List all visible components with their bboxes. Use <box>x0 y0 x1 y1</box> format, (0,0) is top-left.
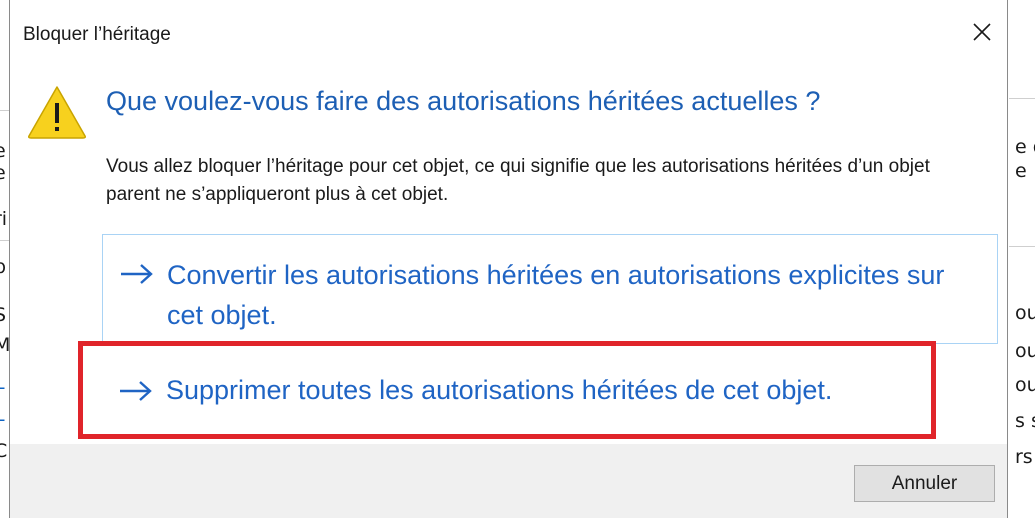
close-icon <box>973 23 991 41</box>
background-text: C <box>0 440 8 462</box>
background-text: s s <box>1015 410 1035 432</box>
dialog-title: Bloquer l’héritage <box>23 24 171 45</box>
cancel-button[interactable]: Annuler <box>854 465 995 502</box>
background-text: e <box>0 162 6 184</box>
background-text: p <box>0 256 7 278</box>
background-text: ri <box>0 208 8 230</box>
background-text: ou <box>1015 302 1035 324</box>
warning-icon <box>28 86 86 139</box>
divider <box>1009 246 1035 247</box>
dialog-description: Vous allez bloquer l’héritage pour cet o… <box>106 156 930 205</box>
dialog-footer: Annuler <box>10 444 1007 518</box>
background-text: ou <box>1015 374 1035 396</box>
background-text: S <box>0 304 7 326</box>
divider <box>0 240 9 241</box>
arrow-right-icon <box>121 264 153 284</box>
background-text: rs <box>1015 446 1033 468</box>
arrow-right-icon <box>120 381 152 401</box>
background-text: L <box>0 372 5 394</box>
background-text: e <box>0 140 6 162</box>
divider <box>0 110 9 111</box>
option-label: Convertir les autorisations héritées en … <box>167 260 945 330</box>
remove-inherited-permissions-option[interactable]: Supprimer toutes les autorisations hérit… <box>102 352 998 430</box>
close-button[interactable] <box>960 10 1004 54</box>
background-text: ou <box>1015 340 1035 362</box>
background-text: L <box>0 404 5 426</box>
convert-inherited-permissions-option[interactable]: Convertir les autorisations héritées en … <box>102 234 998 344</box>
background-text: e <box>1015 160 1027 182</box>
block-inheritance-dialog: Bloquer l’héritage Que voulez-vous faire… <box>9 0 1008 518</box>
title-bar: Bloquer l’héritage <box>10 0 1007 64</box>
background-window-right: e d e ou ou ou s s rs <box>1009 0 1035 518</box>
background-text: M <box>0 334 9 356</box>
dialog-heading: Que voulez-vous faire des autorisations … <box>106 86 821 116</box>
screen: e e ri p S M L L C e d e ou ou ou s s rs… <box>0 0 1035 518</box>
option-label: Supprimer toutes les autorisations hérit… <box>166 375 833 405</box>
background-text: e d <box>1015 136 1035 158</box>
divider <box>1009 98 1035 99</box>
background-window-left: e e ri p S M L L C <box>0 0 9 518</box>
